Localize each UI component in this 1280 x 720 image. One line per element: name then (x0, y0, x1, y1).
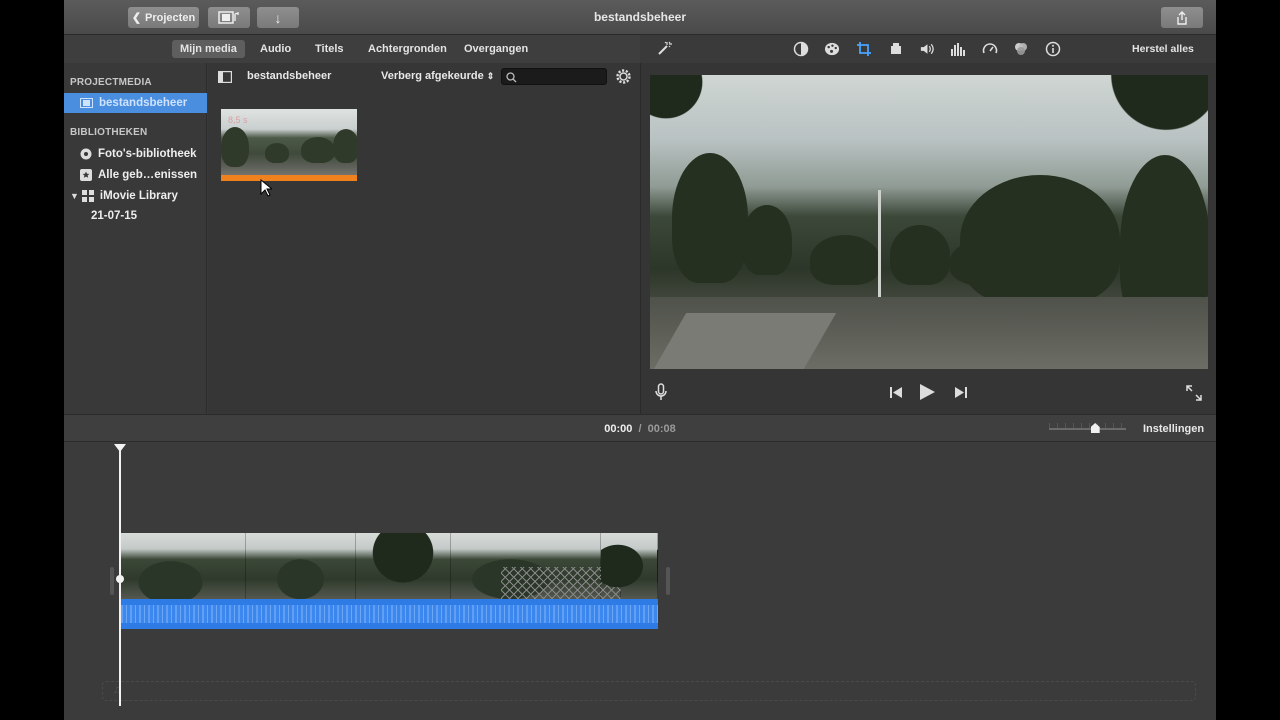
star-box-icon (80, 169, 92, 181)
sidebar-item-label: 21-07-15 (91, 210, 138, 222)
gear-icon[interactable] (615, 68, 632, 90)
project-media-header: PROJECTMEDIA (70, 77, 152, 88)
clip-duration: 8,5 s (228, 115, 248, 125)
clip-used-indicator (221, 175, 357, 181)
settings-button[interactable]: Instellingen (1143, 423, 1204, 435)
clip-trim-handle-left[interactable] (110, 567, 114, 595)
video-preview[interactable] (650, 75, 1208, 369)
sidebar-item-event[interactable]: 21-07-15 (64, 206, 207, 226)
sidebar-item-label: Foto's-bibliotheek (98, 148, 197, 160)
adjustment-toolbar: Herstel alles (640, 35, 1216, 63)
sidebar-item-project[interactable]: bestandsbeheer (64, 93, 207, 113)
audio-waveform[interactable] (121, 599, 658, 629)
reset-all-button[interactable]: Herstel alles (1132, 43, 1194, 55)
current-time: 00:00 (604, 423, 633, 435)
speed-icon[interactable] (982, 41, 998, 57)
volume-icon[interactable] (919, 41, 935, 57)
sidebar-item-label: Alle geb…enissen (98, 169, 198, 181)
clip-trim-handle-right[interactable] (666, 567, 670, 595)
share-button[interactable] (1161, 7, 1203, 28)
magic-wand-icon[interactable] (656, 41, 672, 57)
library-grid-icon (81, 190, 94, 202)
sidebar-item-imovie-library[interactable]: ▼ iMovie Library (64, 186, 207, 206)
sidebar-item-label: bestandsbeheer (99, 97, 188, 109)
info-icon[interactable] (1045, 41, 1061, 57)
search-field[interactable] (501, 68, 607, 85)
browser-toolbar: bestandsbeheer Verberg afgekeurde ⇕ (208, 63, 640, 90)
window-title: bestandsbeheer (593, 10, 687, 24)
filter-label: Verberg afgekeurde (381, 70, 484, 82)
share-icon (1177, 10, 1187, 25)
library-sidebar: PROJECTMEDIA bestandsbeheer BIBLIOTHEKEN… (64, 63, 207, 414)
play-icon[interactable] (918, 383, 936, 406)
sidebar-item-photos-library[interactable]: Foto's-bibliotheek (64, 144, 207, 164)
zoom-slider[interactable] (1049, 423, 1126, 433)
total-time: 00:08 (647, 423, 676, 435)
stabilization-icon[interactable] (888, 41, 904, 57)
photos-flower-icon (80, 148, 92, 160)
libraries-header: BIBLIOTHEKEN (70, 127, 148, 138)
timeline-header: 00:00 / 00:08 Instellingen (64, 414, 1216, 442)
video-viewer (640, 63, 1216, 414)
mouse-cursor-icon (260, 179, 272, 197)
title-bar: ❮ Projecten ↓ bestandsbeheer (64, 0, 1216, 35)
sidebar-toggle-icon[interactable] (218, 70, 233, 88)
color-correction-icon[interactable] (824, 41, 840, 57)
audio-drop-zone[interactable]: ♫ (102, 681, 1196, 701)
skip-back-icon[interactable] (889, 386, 903, 404)
time-separator: / (638, 423, 642, 435)
tab-transitions[interactable]: Overgangen (456, 40, 536, 58)
browser-title: bestandsbeheer (247, 70, 332, 82)
crop-icon[interactable] (856, 41, 872, 57)
up-down-chevron-icon: ⇕ (486, 71, 495, 81)
media-clip-thumbnail[interactable]: 8,5 s (221, 109, 357, 181)
sidebar-item-label: iMovie Library (99, 190, 178, 202)
playhead-knob[interactable] (116, 575, 124, 583)
disclosure-triangle-icon[interactable]: ▼ (70, 191, 79, 201)
video-clip-strip[interactable] (121, 533, 658, 599)
microphone-icon[interactable] (655, 383, 667, 406)
timeline[interactable]: ♫ (64, 442, 1216, 720)
sidebar-item-all-events[interactable]: Alle geb…enissen (64, 165, 207, 185)
timecode: 00:00 / 00:08 (64, 423, 1216, 435)
imovie-window: ❮ Projecten ↓ bestandsbeheer Mijn media … (64, 0, 1216, 720)
tab-audio[interactable]: Audio (252, 40, 299, 58)
media-browser: bestandsbeheer Verberg afgekeurde ⇕ 8,5 … (208, 63, 640, 414)
color-balance-icon[interactable] (793, 41, 809, 57)
filter-select[interactable]: Verberg afgekeurde ⇕ (381, 70, 494, 82)
tab-backgrounds[interactable]: Achtergronden (360, 40, 455, 58)
fullscreen-icon[interactable] (1186, 385, 1202, 406)
equalizer-icon[interactable] (950, 41, 966, 57)
tab-my-media[interactable]: Mijn media (172, 40, 245, 58)
skip-forward-icon[interactable] (954, 386, 968, 404)
video-filter-icon[interactable] (1013, 41, 1029, 57)
search-icon (506, 70, 517, 88)
film-icon (80, 98, 93, 108)
tab-titles[interactable]: Titels (307, 40, 352, 58)
media-tab-bar: Mijn media Audio Titels Achtergronden Ov… (64, 35, 640, 63)
